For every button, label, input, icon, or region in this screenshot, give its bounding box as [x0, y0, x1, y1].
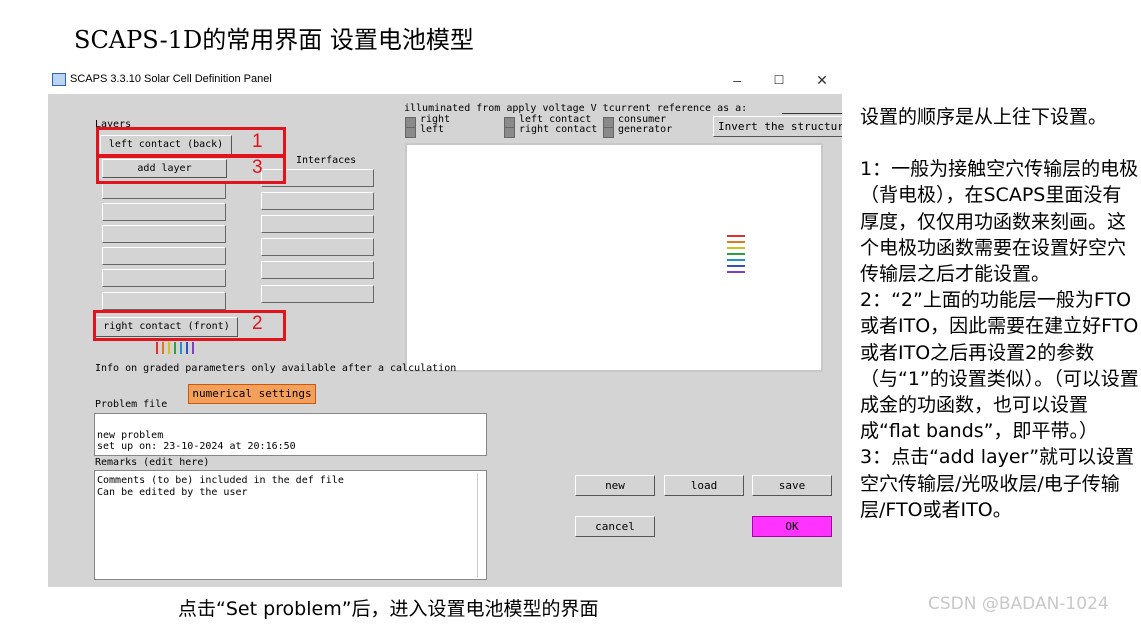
- illum-left-label: left: [420, 124, 445, 135]
- header-underline: [782, 113, 842, 114]
- window-title: SCAPS 3.3.10 Solar Cell Definition Panel: [70, 73, 272, 85]
- graded-info-text: Info on graded parameters only available…: [95, 363, 457, 374]
- illum-left-radio[interactable]: [405, 127, 416, 138]
- voltage-right-contact-radio[interactable]: [504, 127, 515, 138]
- layer-slot[interactable]: [102, 292, 226, 310]
- problem-name: new problem: [97, 430, 164, 441]
- layer-slot[interactable]: [102, 269, 226, 287]
- interface-slot[interactable]: [261, 238, 374, 256]
- close-button[interactable]: ✕: [807, 70, 837, 90]
- ok-button[interactable]: OK: [752, 516, 832, 537]
- annotation-number-1: 1: [252, 131, 263, 152]
- note-1: 1：一般为接触空穴传输层的电极（背电极），在SCAPS里面没有厚度，仅仅用功函数…: [860, 158, 1139, 286]
- reference-generator-radio[interactable]: [603, 127, 614, 138]
- watermark: CSDN @BADAN-1024: [928, 594, 1109, 614]
- slide-caption: 点击“Set problem”后，进入设置电池模型的界面: [178, 598, 599, 620]
- illumination-arrows-icon: [156, 340, 198, 356]
- illumination-arrows-icon: [727, 235, 747, 280]
- note-intro: 设置的顺序是从上往下设置。: [860, 106, 1108, 128]
- invert-structure-button[interactable]: Invert the structure: [713, 116, 842, 137]
- load-button[interactable]: load: [664, 475, 744, 496]
- app-icon: [52, 73, 66, 86]
- remarks-label: Remarks (edit here): [95, 457, 210, 468]
- remarks-textarea[interactable]: Comments (to be) included in the def fil…: [94, 470, 487, 580]
- illumination-header: illuminated from apply voltage V tcurren…: [404, 103, 748, 114]
- remarks-line: Comments (to be) included in the def fil…: [97, 475, 344, 486]
- structure-preview: [405, 143, 823, 372]
- layer-slot[interactable]: [102, 225, 226, 243]
- problem-setup-date: set up on: 23-10-2024 at 20:16:50: [97, 441, 296, 452]
- maximize-button[interactable]: ☐: [764, 70, 794, 90]
- annotation-number-3: 3: [252, 157, 263, 178]
- cancel-button[interactable]: cancel: [575, 516, 655, 537]
- slide-title: SCAPS-1D的常用界面 设置电池模型: [74, 26, 474, 54]
- minimize-button[interactable]: –: [722, 70, 752, 90]
- numerical-settings-button[interactable]: numerical settings: [188, 384, 316, 404]
- reference-generator-label: generator: [618, 124, 673, 135]
- interface-slot[interactable]: [261, 215, 374, 233]
- interfaces-label: Interfaces: [296, 155, 357, 166]
- definition-panel-window: SCAPS 3.3.10 Solar Cell Definition Panel…: [48, 67, 842, 587]
- remarks-line: Can be edited by the user: [97, 487, 248, 498]
- layer-slot[interactable]: [102, 203, 226, 221]
- remarks-scrollbar[interactable]: [477, 473, 485, 577]
- note-2: 2：“2”上面的功能层一般为FTO或者ITO，因此需要在建立好FTO或者ITO之…: [860, 289, 1139, 443]
- voltage-right-contact-label: right contact: [519, 124, 598, 135]
- problem-file-field[interactable]: new problem set up on: 23-10-2024 at 20:…: [94, 413, 487, 456]
- interface-slot[interactable]: [261, 192, 374, 210]
- save-button[interactable]: save: [752, 475, 832, 496]
- window-titlebar: SCAPS 3.3.10 Solar Cell Definition Panel…: [48, 67, 842, 94]
- annotation-number-2: 2: [252, 313, 263, 334]
- interface-slot[interactable]: [261, 261, 374, 279]
- layer-slot[interactable]: [102, 247, 226, 265]
- interface-slot[interactable]: [261, 285, 374, 303]
- new-button[interactable]: new: [575, 475, 655, 496]
- problem-file-label: Problem file: [95, 399, 168, 410]
- note-3: 3：点击“add layer”就可以设置空穴传输层/光吸收层/电子传输层/FTO…: [860, 446, 1135, 521]
- instruction-notes: 设置的顺序是从上往下设置。 1：一般为接触空穴传输层的电极（背电极），在SCAP…: [860, 104, 1140, 523]
